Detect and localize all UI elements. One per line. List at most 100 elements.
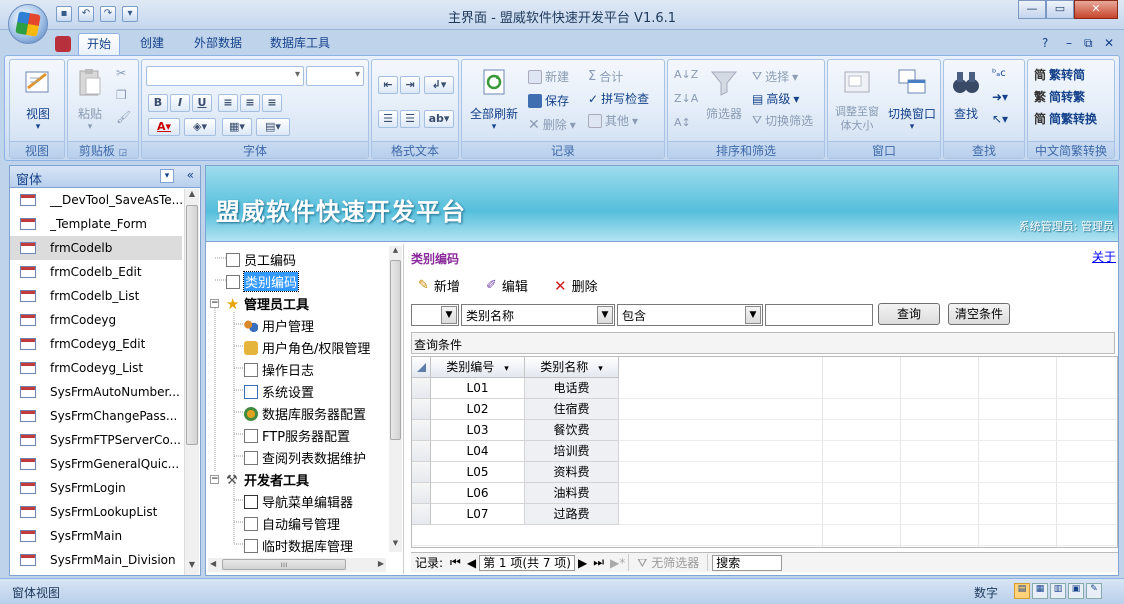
underline-button[interactable]: U xyxy=(192,94,212,112)
nav-item[interactable]: SysFrmAutoNumber... xyxy=(10,380,182,404)
form-view-icon[interactable]: ▤ xyxy=(1014,583,1030,599)
gridlines-button[interactable]: ▦▾ xyxy=(222,118,252,136)
align-right-button[interactable]: ≡ xyxy=(262,94,282,112)
advanced-button[interactable]: ▤ 高级 ▾ xyxy=(752,90,799,107)
cell-code[interactable]: L03 xyxy=(431,420,525,441)
datasheet-view-icon[interactable]: ▦ xyxy=(1032,583,1048,599)
new-record-button[interactable]: 新建 xyxy=(528,68,569,85)
next-record-icon[interactable]: ▶ xyxy=(575,556,590,570)
nav-item[interactable]: SysFrmGeneralQuic... xyxy=(10,452,182,476)
clear-conditions-button[interactable]: 清空条件 xyxy=(948,303,1010,325)
first-record-icon[interactable]: ⏮ xyxy=(447,555,464,570)
spelling-button[interactable]: ✓ 拼写检查 xyxy=(588,90,649,107)
delete-record-button[interactable]: ✕ 删除 ▾ xyxy=(528,116,576,133)
nav-item[interactable]: frmCodeyg xyxy=(10,308,182,332)
totals-button[interactable]: Σ 合计 xyxy=(588,68,623,85)
font-name-combo[interactable] xyxy=(146,66,304,86)
maximize-button[interactable]: ▭ xyxy=(1046,0,1074,19)
tree-node-ftp-config[interactable]: FTP服务器配置 xyxy=(244,426,350,445)
tree-hscroll-thumb[interactable]: ııı xyxy=(222,559,346,570)
cell-name[interactable]: 过路费 xyxy=(525,504,619,525)
sort-descending-icon[interactable]: Z↓A xyxy=(674,92,698,105)
align-center-button[interactable]: ≡ xyxy=(240,94,260,112)
cell-code[interactable]: L05 xyxy=(431,462,525,483)
nav-scroll-thumb[interactable] xyxy=(186,205,198,445)
fill-color-button[interactable]: ◈▾ xyxy=(184,118,216,136)
refresh-all-button[interactable]: 全部刷新 ▾ xyxy=(466,66,522,132)
nav-scrollbar[interactable]: ▲ ▼ xyxy=(184,189,199,575)
tab-create[interactable]: 创建 xyxy=(132,33,172,56)
prev-record-icon[interactable]: ◀ xyxy=(464,556,479,570)
new-record-nav-icon[interactable]: ▶* xyxy=(607,556,628,570)
column-header-name[interactable]: 类别名称 ▾ xyxy=(525,357,619,378)
align-left-button[interactable]: ≡ xyxy=(218,94,238,112)
toggle-filter-button[interactable]: ⛛ 切换筛选 xyxy=(752,112,813,129)
query-button[interactable]: 查询 xyxy=(878,303,940,325)
add-button[interactable]: ✎ 新增 xyxy=(418,276,460,295)
italic-button[interactable]: I xyxy=(170,94,190,112)
row-selector[interactable] xyxy=(412,441,431,462)
tree-node-db-server-config[interactable]: 数据库服务器配置 xyxy=(244,404,366,423)
row-selector[interactable] xyxy=(412,378,431,399)
delete-button[interactable]: ✕ 删除 xyxy=(554,276,598,296)
column-header-code[interactable]: 类别编号 ▾ xyxy=(431,357,525,378)
tab-external-data[interactable]: 外部数据 xyxy=(186,33,250,56)
cell-name[interactable]: 资料费 xyxy=(525,462,619,483)
tree-node-category-code[interactable]: 类别编码 xyxy=(226,271,300,292)
tree-node-lookup-maintenance[interactable]: 查阅列表数据维护 xyxy=(244,448,366,467)
tree-node-operation-log[interactable]: 操作日志 xyxy=(244,360,314,379)
no-filter-indicator[interactable]: ⛛ 无筛选器 xyxy=(628,554,709,571)
pivot-table-icon[interactable]: ▥ xyxy=(1050,583,1066,599)
nav-item[interactable]: frmCodelb_Edit xyxy=(10,260,182,284)
row-selector[interactable] xyxy=(412,483,431,504)
tree-node-developer-tools[interactable]: − ⚒ 开发者工具 xyxy=(210,470,309,489)
tree-node-admin-tools[interactable]: − ★ 管理员工具 xyxy=(210,294,309,313)
tab-database-tools[interactable]: 数据库工具 xyxy=(262,33,338,56)
cell-name[interactable]: 住宿费 xyxy=(525,399,619,420)
minimize-button[interactable]: — xyxy=(1018,0,1046,19)
font-size-combo[interactable] xyxy=(306,66,364,86)
nav-item[interactable]: __DevTool_SaveAsTe... xyxy=(10,188,182,212)
nav-item[interactable]: SysFrmFTPServerCo... xyxy=(10,428,182,452)
selection-button[interactable]: ⛛ 选择 ▾ xyxy=(752,68,798,85)
convert-button[interactable]: 简简繁转换 xyxy=(1034,110,1097,127)
field-combo[interactable]: 类别名称 ▼ xyxy=(461,304,615,326)
close-button[interactable]: ✕ xyxy=(1074,0,1118,19)
layout-view-icon[interactable]: ▣ xyxy=(1068,583,1084,599)
increase-indent-button[interactable]: ⇥ xyxy=(400,76,420,94)
tree-node-system-settings[interactable]: 系统设置 xyxy=(244,382,314,401)
cell-code[interactable]: L02 xyxy=(431,399,525,420)
alternate-fill-button[interactable]: ▤▾ xyxy=(256,118,290,136)
redo-icon[interactable]: ↷ xyxy=(100,6,116,22)
tree-scroll-thumb[interactable] xyxy=(390,260,401,440)
nav-item[interactable]: frmCodeyg_List xyxy=(10,356,182,380)
record-position[interactable]: 第 1 项(共 7 项) xyxy=(479,554,575,571)
search-box[interactable]: 搜索 xyxy=(712,554,783,571)
format-painter-icon[interactable]: 🖌 xyxy=(116,110,131,124)
last-record-icon[interactable]: ⏭ xyxy=(590,555,607,570)
bold-button[interactable]: B xyxy=(148,94,168,112)
cell-code[interactable]: L04 xyxy=(431,441,525,462)
logic-combo[interactable]: ▼ xyxy=(411,304,459,326)
paste-button[interactable]: 粘贴 ▾ xyxy=(72,66,108,132)
save-icon[interactable]: ▪ xyxy=(56,6,72,22)
tree-node-user-management[interactable]: 用户管理 xyxy=(244,316,314,335)
select-icon[interactable]: ↖▾ xyxy=(992,112,1008,126)
filter-button[interactable]: 筛选器 xyxy=(700,66,748,122)
switch-window-button[interactable]: 切换窗口 ▾ xyxy=(884,66,940,132)
cut-icon[interactable]: ✂ xyxy=(116,66,126,80)
tree-node-auto-number[interactable]: 自动编号管理 xyxy=(244,514,340,533)
operator-combo[interactable]: 包含 ▼ xyxy=(617,304,763,326)
edit-button[interactable]: ✐ 编辑 xyxy=(486,276,528,295)
copy-icon[interactable]: ❐ xyxy=(116,88,127,102)
nav-item[interactable]: frmCodelb_List xyxy=(10,284,182,308)
nav-item[interactable]: SysFrmMain_Division xyxy=(10,548,182,572)
cell-name[interactable]: 餐饮费 xyxy=(525,420,619,441)
help-icon[interactable]: ? xyxy=(1034,33,1056,56)
goto-icon[interactable]: ➜▾ xyxy=(992,90,1008,104)
more-button[interactable]: 其他 ▾ xyxy=(588,112,638,129)
tree-node-nav-menu-editor[interactable]: 导航菜单编辑器 xyxy=(244,492,353,511)
save-record-button[interactable]: 保存 xyxy=(528,92,569,109)
value-input[interactable] xyxy=(765,304,873,326)
font-color-button[interactable]: A▾ xyxy=(148,118,180,136)
